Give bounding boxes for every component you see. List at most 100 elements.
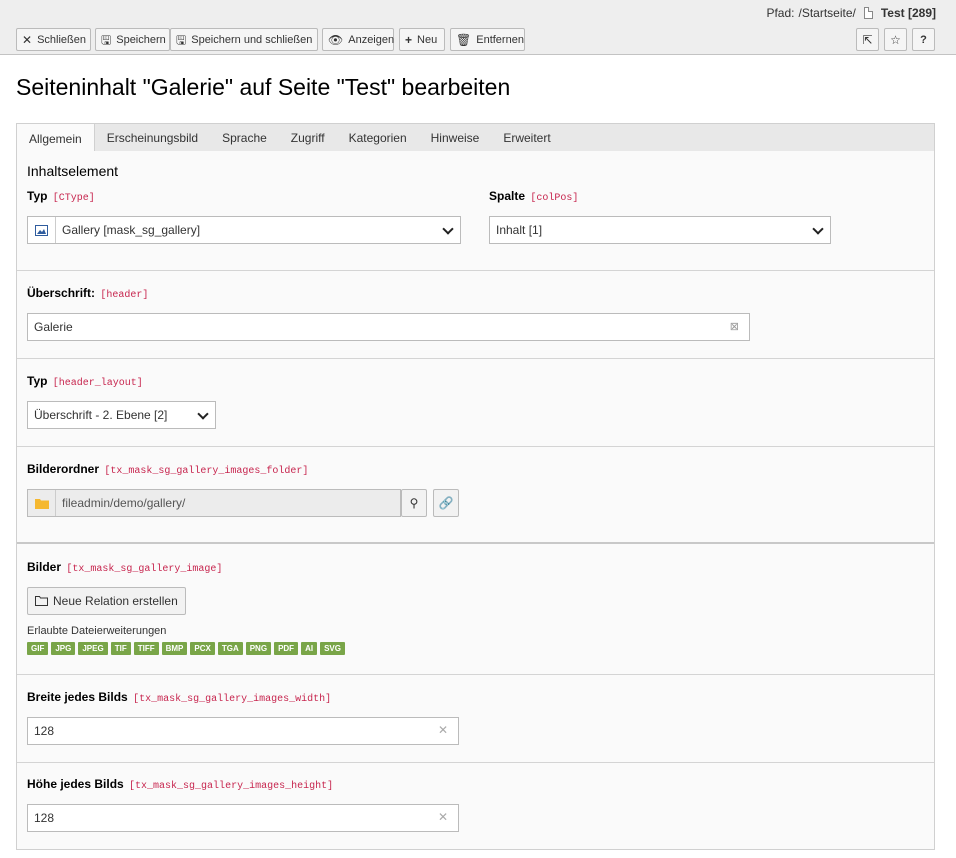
header-layout-label: Typ [header_layout]: [27, 374, 143, 389]
star-icon: ☆: [890, 32, 901, 47]
header-layout-select[interactable]: Überschrift - 2. Ebene [2]: [27, 401, 216, 429]
images-width-code: [tx_mask_sg_gallery_images_width]: [133, 694, 332, 705]
save-icon: 🖫: [101, 32, 112, 47]
link-button[interactable]: 🔗: [433, 489, 459, 517]
save-label: Speichern: [116, 33, 166, 46]
ctype-select[interactable]: Gallery [mask_sg_gallery]: [27, 216, 461, 244]
folder-outline-icon: [35, 596, 48, 606]
images-section: Bilder [tx_mask_sg_gallery_image] Neue R…: [17, 545, 934, 675]
close-label: Schließen: [37, 33, 86, 46]
form-panel: Inhaltselement Typ [CType] Gallery [mask…: [16, 151, 935, 850]
colpos-code: [colPos]: [530, 193, 579, 204]
external-link-icon: ⇱: [862, 32, 873, 47]
header-layout-section: Typ [header_layout] Überschrift - 2. Ebe…: [17, 359, 934, 447]
content-element-section: Inhaltselement Typ [CType] Gallery [mask…: [17, 151, 934, 271]
chevron-down-icon: [442, 223, 454, 235]
allowed-extensions-label: Erlaubte Dateierweiterungen: [27, 625, 167, 637]
images-label: Bilder [tx_mask_sg_gallery_image]: [27, 560, 222, 575]
eye-icon: 👁: [328, 32, 344, 47]
tab-language[interactable]: Sprache: [210, 124, 279, 152]
plus-icon: +: [405, 32, 413, 47]
extension-badge: AI: [301, 642, 318, 655]
tab-bar: Allgemein Erscheinungsbild Sprache Zugri…: [16, 123, 935, 153]
create-relation-button[interactable]: Neue Relation erstellen: [27, 587, 186, 615]
header-section: Überschrift: [header] Galerie ⊠: [17, 271, 934, 359]
save-close-icon: 🖫: [176, 32, 187, 47]
clear-icon[interactable]: ✕: [438, 810, 448, 824]
new-button[interactable]: + Neu: [399, 28, 445, 51]
tab-access[interactable]: Zugriff: [279, 124, 337, 152]
folder-browser-button[interactable]: ⚲: [401, 489, 427, 517]
breadcrumb: Pfad: /Startseite/ Test [289]: [766, 6, 936, 20]
images-folder-input[interactable]: fileadmin/demo/gallery/: [27, 489, 401, 517]
images-width-section: Breite jedes Bilds [tx_mask_sg_gallery_i…: [17, 675, 934, 763]
close-icon: ✕: [22, 32, 33, 47]
path-page[interactable]: Test [289]: [881, 6, 936, 20]
tab-extended[interactable]: Erweitert: [491, 124, 562, 152]
close-button[interactable]: ✕ Schließen: [16, 28, 91, 51]
images-width-label: Breite jedes Bilds [tx_mask_sg_gallery_i…: [27, 690, 331, 705]
tab-general[interactable]: Allgemein: [17, 124, 95, 153]
header-value: Galerie: [34, 320, 73, 334]
tab-appearance[interactable]: Erscheinungsbild: [95, 124, 210, 152]
extension-badge: JPEG: [78, 642, 108, 655]
chevron-down-icon: [812, 223, 824, 235]
images-height-value: 128: [34, 811, 55, 825]
link-icon: 🔗: [438, 496, 454, 510]
create-relation-label: Neue Relation erstellen: [53, 594, 178, 608]
new-label: Neu: [417, 33, 438, 46]
extension-badge: PNG: [245, 642, 272, 655]
extension-badge: TGA: [217, 642, 243, 655]
path-label: Pfad:: [766, 6, 795, 20]
images-folder-section: Bilderordner [tx_mask_sg_gallery_images_…: [17, 447, 934, 544]
chevron-down-icon: [197, 408, 209, 420]
header-layout-label-text: Typ: [27, 374, 48, 388]
help-label: ?: [920, 33, 927, 46]
view-label: Anzeigen: [348, 33, 395, 46]
images-width-input[interactable]: 128 ✕: [27, 717, 459, 745]
save-close-label: Speichern und schließen: [191, 33, 313, 46]
ctype-label-text: Typ: [27, 189, 48, 203]
path-trail[interactable]: /Startseite/: [799, 6, 856, 20]
header-code: [header]: [100, 290, 149, 301]
images-height-label: Höhe jedes Bilds [tx_mask_sg_gallery_ima…: [27, 777, 333, 792]
header-input[interactable]: Galerie ⊠: [27, 313, 750, 341]
extension-badge: TIF: [110, 642, 131, 655]
images-height-code: [tx_mask_sg_gallery_images_height]: [129, 781, 334, 792]
clear-icon[interactable]: ✕: [438, 723, 448, 737]
extension-badge: GIF: [27, 642, 49, 655]
folder-icon: [28, 490, 56, 516]
help-button[interactable]: ?: [912, 28, 935, 51]
remove-button[interactable]: 🗑 Entfernen: [450, 28, 525, 51]
open-external-button[interactable]: ⇱: [856, 28, 879, 51]
remove-label: Entfernen: [476, 33, 524, 46]
colpos-value: Inhalt [1]: [496, 223, 543, 237]
save-button[interactable]: 🖫 Speichern: [95, 28, 170, 51]
images-height-input[interactable]: 128 ✕: [27, 804, 459, 832]
images-width-label-text: Breite jedes Bilds: [27, 690, 128, 704]
doc-header: Pfad: /Startseite/ Test [289] ✕ Schließe…: [0, 0, 956, 55]
images-code: [tx_mask_sg_gallery_image]: [66, 564, 223, 575]
extension-badge: TIFF: [133, 642, 159, 655]
header-label-text: Überschrift:: [27, 286, 96, 300]
extension-badges: GIF JPG JPEG TIF TIFF BMP PCX TGA PNG PD…: [27, 642, 345, 655]
ctype-label: Typ [CType]: [27, 189, 95, 204]
tab-categories[interactable]: Kategorien: [337, 124, 419, 152]
header-label: Überschrift: [header]: [27, 286, 148, 301]
images-folder-label-text: Bilderordner: [27, 462, 100, 476]
ctype-value: Gallery [mask_sg_gallery]: [62, 223, 201, 237]
section-title: Inhaltselement: [27, 163, 119, 179]
extension-badge: PDF: [274, 642, 299, 655]
clear-input-icon[interactable]: ⊠: [730, 320, 739, 333]
images-folder-code: [tx_mask_sg_gallery_images_folder]: [104, 466, 309, 477]
tab-notes[interactable]: Hinweise: [419, 124, 492, 152]
bookmark-button[interactable]: ☆: [884, 28, 907, 51]
colpos-select[interactable]: Inhalt [1]: [489, 216, 831, 244]
images-width-value: 128: [34, 724, 55, 738]
images-height-label-text: Höhe jedes Bilds: [27, 777, 124, 791]
save-close-button[interactable]: 🖫 Speichern und schließen: [170, 28, 318, 51]
images-height-section: Höhe jedes Bilds [tx_mask_sg_gallery_ima…: [17, 763, 934, 849]
view-button[interactable]: 👁 Anzeigen: [322, 28, 394, 51]
colpos-label-text: Spalte: [489, 189, 526, 203]
header-layout-code: [header_layout]: [52, 378, 143, 389]
